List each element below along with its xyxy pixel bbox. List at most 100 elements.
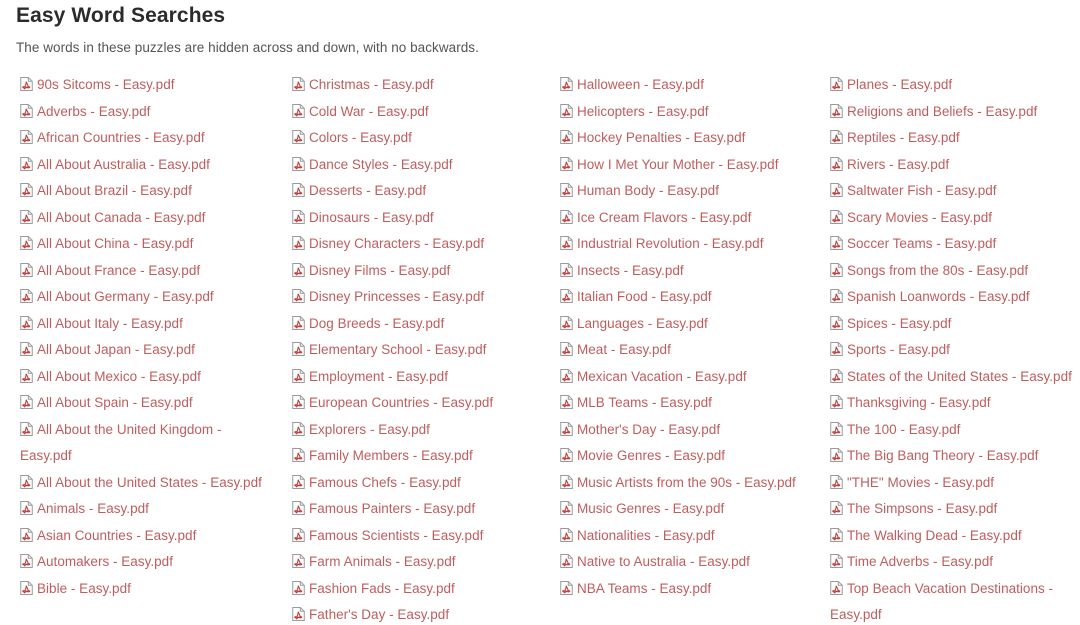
pdf-file-link[interactable]: All About France - Easy.pdf (20, 258, 262, 285)
pdf-file-link[interactable]: Automakers - Easy.pdf (20, 549, 262, 576)
pdf-file-link[interactable]: Music Genres - Easy.pdf (560, 496, 800, 523)
pdf-file-link[interactable]: All About Italy - Easy.pdf (20, 311, 262, 338)
pdf-file-icon (560, 315, 573, 330)
pdf-file-icon (292, 236, 305, 250)
pdf-file-label: All About Canada - Easy.pdf (37, 209, 206, 225)
pdf-file-link[interactable]: The Walking Dead - Easy.pdf (830, 523, 1074, 550)
pdf-file-link[interactable]: Industrial Revolution - Easy.pdf (560, 231, 800, 258)
pdf-file-link[interactable]: Disney Princesses - Easy.pdf (292, 284, 530, 311)
pdf-file-icon (292, 527, 305, 542)
pdf-file-link[interactable]: Cold War - Easy.pdf (292, 99, 530, 126)
pdf-file-link[interactable]: Human Body - Easy.pdf (560, 178, 800, 205)
pdf-file-link[interactable]: All About Brazil - Easy.pdf (20, 178, 262, 205)
pdf-file-link[interactable]: All About Germany - Easy.pdf (20, 284, 262, 311)
pdf-file-link[interactable]: African Countries - Easy.pdf (20, 125, 262, 152)
pdf-file-link[interactable]: "THE" Movies - Easy.pdf (830, 470, 1074, 497)
pdf-file-link[interactable]: Famous Painters - Easy.pdf (292, 496, 530, 523)
pdf-file-link[interactable]: Meat - Easy.pdf (560, 337, 800, 364)
pdf-file-link[interactable]: Halloween - Easy.pdf (560, 72, 800, 99)
pdf-file-icon (560, 103, 573, 118)
pdf-file-link[interactable]: Mexican Vacation - Easy.pdf (560, 364, 800, 391)
pdf-file-link[interactable]: Religions and Beliefs - Easy.pdf (830, 99, 1074, 126)
pdf-file-link[interactable]: Employment - Easy.pdf (292, 364, 530, 391)
pdf-file-label: Christmas - Easy.pdf (309, 77, 434, 92)
pdf-file-link[interactable]: All About Japan - Easy.pdf (20, 337, 262, 364)
pdf-file-link[interactable]: Movie Genres - Easy.pdf (560, 443, 800, 470)
pdf-file-link[interactable]: Italian Food - Easy.pdf (560, 284, 800, 311)
pdf-file-link[interactable]: Mother's Day - Easy.pdf (560, 417, 800, 444)
pdf-file-link[interactable]: Scary Movies - Easy.pdf (830, 205, 1074, 232)
pdf-file-icon (560, 236, 573, 250)
pdf-file-link[interactable]: All About Spain - Easy.pdf (20, 390, 262, 417)
pdf-file-link[interactable]: All About Australia - Easy.pdf (20, 152, 262, 179)
pdf-file-link[interactable]: Dinosaurs - Easy.pdf (292, 205, 530, 232)
pdf-file-link[interactable]: Planes - Easy.pdf (830, 72, 1074, 99)
pdf-file-link[interactable]: Reptiles - Easy.pdf (830, 125, 1074, 152)
pdf-file-link[interactable]: MLB Teams - Easy.pdf (560, 390, 800, 417)
pdf-file-link[interactable]: Sports - Easy.pdf (830, 337, 1074, 364)
pdf-file-link[interactable]: Disney Films - Easy.pdf (292, 258, 530, 285)
pdf-file-link[interactable]: Spanish Loanwords - Easy.pdf (830, 284, 1074, 311)
pdf-file-icon (560, 580, 573, 595)
pdf-file-link[interactable]: Adverbs - Easy.pdf (20, 99, 262, 126)
pdf-file-link[interactable]: Music Artists from the 90s - Easy.pdf (560, 470, 800, 497)
pdf-file-link[interactable]: Explorers - Easy.pdf (292, 417, 530, 444)
pdf-file-link[interactable]: States of the United States - Easy.pdf (830, 364, 1074, 391)
pdf-file-icon (560, 342, 573, 356)
pdf-file-link[interactable]: Fashion Fads - Easy.pdf (292, 576, 530, 603)
pdf-file-link[interactable]: Hockey Penalties - Easy.pdf (560, 125, 800, 152)
pdf-file-link[interactable]: How I Met Your Mother - Easy.pdf (560, 152, 800, 179)
pdf-file-link[interactable]: Songs from the 80s - Easy.pdf (830, 258, 1074, 285)
pdf-file-link[interactable]: Famous Scientists - Easy.pdf (292, 523, 530, 550)
pdf-file-link[interactable]: The 100 - Easy.pdf (830, 417, 1074, 444)
pdf-file-link[interactable]: Dance Styles - Easy.pdf (292, 152, 530, 179)
pdf-file-link[interactable]: Desserts - Easy.pdf (292, 178, 530, 205)
pdf-file-icon (830, 209, 843, 224)
pdf-file-link[interactable]: All About the United Kingdom - Easy.pdf (20, 417, 262, 470)
pdf-file-link[interactable]: Father's Day - Easy.pdf (292, 602, 530, 625)
pdf-file-link[interactable]: Family Members - Easy.pdf (292, 443, 530, 470)
pdf-file-link[interactable]: Time Adverbs - Easy.pdf (830, 549, 1074, 576)
pdf-file-link[interactable]: Ice Cream Flavors - Easy.pdf (560, 205, 800, 232)
pdf-file-link[interactable]: Top Beach Vacation Destinations - Easy.p… (830, 576, 1074, 625)
pdf-file-link[interactable]: Elementary School - Easy.pdf (292, 337, 530, 364)
pdf-file-icon (830, 421, 843, 436)
column-2: Christmas - Easy.pdf Cold War - Easy.pdf C… (270, 72, 538, 625)
pdf-file-link[interactable]: NBA Teams - Easy.pdf (560, 576, 800, 603)
pdf-file-icon (830, 527, 843, 542)
pdf-file-link[interactable]: Nationalities - Easy.pdf (560, 523, 800, 550)
pdf-file-link[interactable]: Rivers - Easy.pdf (830, 152, 1074, 179)
pdf-file-link[interactable]: Christmas - Easy.pdf (292, 72, 530, 99)
pdf-file-link[interactable]: Thanksgiving - Easy.pdf (830, 390, 1074, 417)
pdf-file-link[interactable]: All About Canada - Easy.pdf (20, 205, 262, 232)
pdf-file-link[interactable]: Native to Australia - Easy.pdf (560, 549, 800, 576)
pdf-file-label: Scary Movies - Easy.pdf (847, 209, 993, 225)
pdf-file-link[interactable]: Languages - Easy.pdf (560, 311, 800, 338)
pdf-file-link[interactable]: Saltwater Fish - Easy.pdf (830, 178, 1074, 205)
pdf-file-link[interactable]: All About the United States - Easy.pdf (20, 470, 262, 497)
pdf-file-link[interactable]: Soccer Teams - Easy.pdf (830, 231, 1074, 258)
pdf-file-icon (292, 501, 305, 515)
pdf-file-link[interactable]: Colors - Easy.pdf (292, 125, 530, 152)
pdf-file-link[interactable]: Spices - Easy.pdf (830, 311, 1074, 338)
pdf-file-link[interactable]: The Big Bang Theory - Easy.pdf (830, 443, 1074, 470)
pdf-file-label: Dog Breeds - Easy.pdf (309, 315, 445, 331)
pdf-file-link[interactable]: Dog Breeds - Easy.pdf (292, 311, 530, 338)
pdf-file-link[interactable]: Asian Countries - Easy.pdf (20, 523, 262, 550)
pdf-file-link[interactable]: Animals - Easy.pdf (20, 496, 262, 523)
pdf-file-icon (560, 289, 573, 303)
pdf-file-link[interactable]: Disney Characters - Easy.pdf (292, 231, 530, 258)
pdf-file-link[interactable]: Farm Animals - Easy.pdf (292, 549, 530, 576)
pdf-file-link[interactable]: All About Mexico - Easy.pdf (20, 364, 262, 391)
pdf-file-icon (830, 501, 843, 515)
pdf-file-label: Farm Animals - Easy.pdf (309, 554, 456, 569)
pdf-file-link[interactable]: Bible - Easy.pdf (20, 576, 262, 603)
pdf-file-link[interactable]: European Countries - Easy.pdf (292, 390, 530, 417)
pdf-file-link[interactable]: Insects - Easy.pdf (560, 258, 800, 285)
pdf-file-link[interactable]: Famous Chefs - Easy.pdf (292, 470, 530, 497)
pdf-file-link[interactable]: The Simpsons - Easy.pdf (830, 496, 1074, 523)
pdf-file-link[interactable]: Helicopters - Easy.pdf (560, 99, 800, 126)
pdf-file-link[interactable]: 90s Sitcoms - Easy.pdf (20, 72, 262, 99)
pdf-file-icon (830, 156, 843, 171)
pdf-file-link[interactable]: All About China - Easy.pdf (20, 231, 262, 258)
